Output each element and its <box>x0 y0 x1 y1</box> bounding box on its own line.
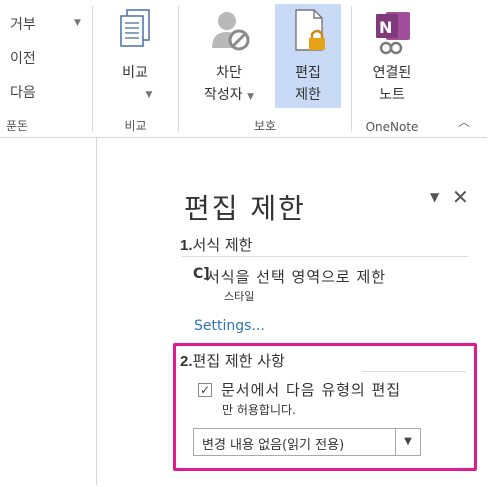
group-label-compare: 비교 <box>124 119 147 133</box>
block-authors-label-1: 차단 <box>216 65 242 81</box>
section-divider <box>362 371 466 372</box>
formatting-restriction-label: 서식을 선택 영역으로 제한 <box>206 268 387 286</box>
formatting-restriction-label-cont: 스타일 <box>224 290 255 303</box>
block-authors-dropdown-arrow[interactable]: ▼ <box>247 92 254 102</box>
chevron-down-icon[interactable]: ▼ <box>395 429 420 455</box>
linked-notes-label-2: 노트 <box>379 87 405 103</box>
pane-options-icon[interactable]: ▼ <box>430 190 439 204</box>
collapse-ribbon-icon[interactable]: ︿ <box>458 113 470 130</box>
allow-editing-checkbox[interactable]: ✓ <box>198 383 212 397</box>
block-authors-button[interactable]: 차단 작성자 ▼ <box>189 4 269 108</box>
ribbon: 거부 ▼ 이전 다음 푼돈 비교 ▼ 비교 차단 작성자 ▼ 편집 제한 보호 … <box>0 0 487 138</box>
ribbon-group-onenote: N 연결된 노트 OneNote <box>352 0 432 137</box>
document-margin-line <box>96 138 97 485</box>
svg-text:N: N <box>379 18 392 37</box>
block-authors-label-2: 작성자 ▼ <box>189 84 269 108</box>
section-editing-header: 2.편집 제한 사항 <box>180 350 285 371</box>
allow-editing-label-cont: 만 허용합니다. <box>222 403 296 417</box>
compare-documents-icon <box>113 4 157 56</box>
section-formatting-header: 1.서식 제한 <box>180 234 252 255</box>
editing-type-dropdown[interactable]: 변경 내용 없음(읽기 전용) ▼ <box>193 428 421 456</box>
close-icon[interactable]: ✕ <box>452 185 469 209</box>
settings-link[interactable]: Settings... <box>194 318 265 334</box>
pane-title: 편집 제한 <box>184 192 306 225</box>
linked-notes-label-1: 연결된 <box>372 65 412 81</box>
section-number: 2. <box>180 353 193 370</box>
allow-editing-label: 문서에서 다음 유형의 편집 <box>221 381 402 399</box>
reject-button[interactable]: 거부 <box>10 14 36 34</box>
compare-dropdown-arrow[interactable]: ▼ <box>133 84 165 106</box>
ribbon-group-review: 거부 ▼ 이전 다음 푼돈 <box>0 0 92 137</box>
restrict-editing-label-1: 편집 <box>295 65 321 81</box>
restrict-editing-label-2: 제한 <box>295 87 321 103</box>
group-label-review: 푼돈 <box>6 119 29 133</box>
block-authors-label-2-text: 작성자 <box>203 87 243 103</box>
section-heading: 편집 제한 사항 <box>192 352 285 370</box>
reject-dropdown-arrow[interactable]: ▼ <box>74 18 81 28</box>
section-heading: 서식 제한 <box>192 236 253 254</box>
restrict-editing-icon <box>286 4 330 56</box>
compare-label: 비교 <box>122 65 148 81</box>
linked-notes-button[interactable]: N 연결된 노트 <box>356 4 428 106</box>
previous-button[interactable]: 이전 <box>10 48 36 68</box>
section-divider <box>182 256 468 257</box>
group-label-onenote: OneNote <box>365 120 419 134</box>
next-button[interactable]: 다음 <box>10 82 36 102</box>
restrict-editing-button[interactable]: 편집 제한 <box>275 4 341 108</box>
onenote-icon: N <box>370 4 414 56</box>
ribbon-group-compare: 비교 ▼ 비교 <box>93 0 178 137</box>
section-number: 1. <box>180 237 193 254</box>
block-authors-icon <box>207 4 251 56</box>
ribbon-group-protect: 차단 작성자 ▼ 편집 제한 보호 <box>179 0 351 137</box>
group-label-protect: 보호 <box>253 119 277 133</box>
dropdown-value: 변경 내용 없음(읽기 전용) <box>202 438 345 453</box>
compare-button[interactable]: 비교 ▼ <box>105 4 165 106</box>
checkmark-icon: ✓ <box>199 383 211 397</box>
